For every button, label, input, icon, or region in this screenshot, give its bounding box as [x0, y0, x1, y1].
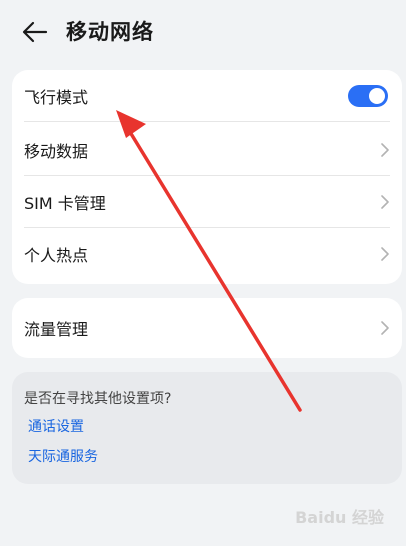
personal-hotspot-label: 个人热点	[24, 246, 89, 265]
toggle-knob	[369, 88, 385, 104]
back-button[interactable]	[20, 18, 50, 46]
personal-hotspot-row[interactable]: 个人热点	[12, 228, 402, 280]
sim-management-label: SIM 卡管理	[24, 194, 106, 213]
page-title: 移动网络	[66, 20, 154, 44]
suggestions-card: 是否在寻找其他设置项? 通话设置 天际通服务	[12, 372, 402, 484]
chevron-right-icon	[381, 247, 389, 261]
suggestions-prompt: 是否在寻找其他设置项?	[24, 391, 172, 407]
data-usage-label: 流量管理	[24, 320, 89, 339]
mobile-data-row[interactable]: 移动数据	[12, 124, 402, 176]
chevron-right-icon	[381, 143, 389, 157]
sim-management-row[interactable]: SIM 卡管理	[12, 176, 402, 228]
chevron-right-icon	[381, 195, 389, 209]
airplane-mode-row[interactable]: 飞行模式	[12, 70, 402, 122]
airplane-mode-toggle[interactable]	[348, 85, 388, 107]
data-usage-row[interactable]: 流量管理	[12, 302, 402, 354]
airplane-mode-label: 飞行模式	[24, 88, 89, 107]
divider	[24, 121, 390, 122]
mobile-data-label: 移动数据	[24, 142, 89, 161]
skytone-service-link[interactable]: 天际通服务	[28, 446, 98, 466]
arrow-left-icon	[22, 21, 48, 43]
chevron-right-icon	[381, 321, 389, 335]
watermark-logo: Baidu 经验	[295, 508, 384, 527]
call-settings-link[interactable]: 通话设置	[28, 416, 84, 436]
title-bar: 移动网络	[0, 0, 406, 64]
data-usage-card: 流量管理	[12, 298, 402, 358]
network-settings-card: 飞行模式 移动数据 SIM 卡管理 个人热点	[12, 70, 402, 284]
